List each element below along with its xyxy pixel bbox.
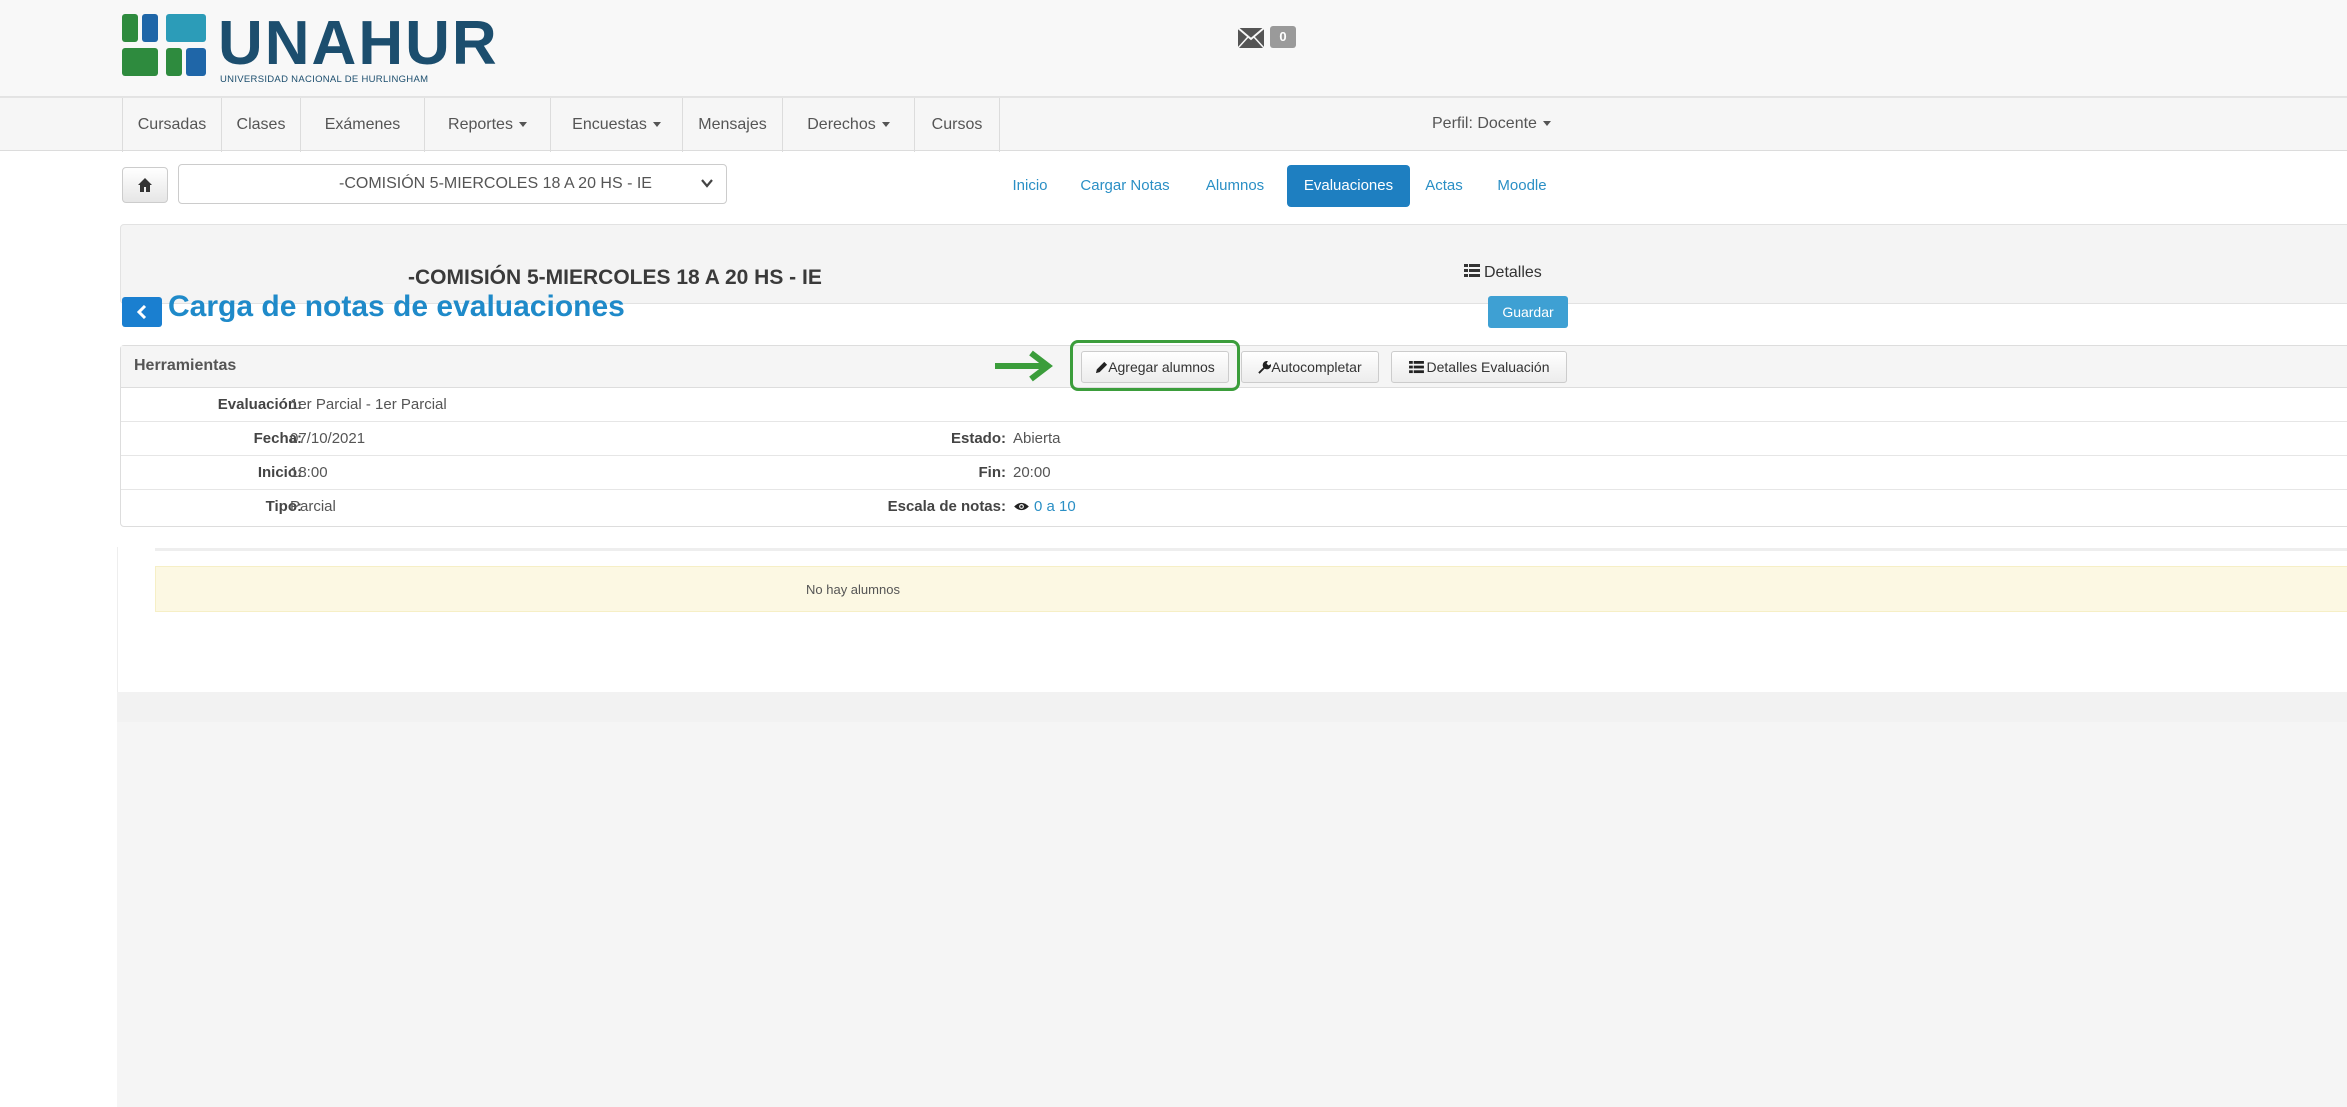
list-icon — [1408, 361, 1424, 374]
footer-band — [117, 692, 2347, 722]
arrow-right-icon — [995, 350, 1053, 382]
details-label: Detalles — [1484, 264, 1542, 281]
estado-label: Estado: — [950, 430, 1006, 447]
profile-label: Perfil: Docente — [1432, 115, 1537, 132]
empty-students-message: No hay alumnos — [806, 582, 900, 597]
pencil-icon — [1096, 361, 1108, 374]
nav-encuestas[interactable]: Encuestas — [551, 98, 683, 152]
nav-cursos[interactable]: Cursos — [915, 98, 1000, 152]
evaluacion-value: 1er Parcial - 1er Parcial — [290, 396, 447, 413]
nav-derechos[interactable]: Derechos — [783, 98, 915, 152]
nav-label: Clases — [236, 116, 286, 133]
nav-label: Derechos — [807, 116, 876, 133]
caret-down-icon — [518, 122, 527, 128]
commission-select[interactable]: -COMISIÓN 5-MIERCOLES 18 A 20 HS - IE — [178, 164, 727, 204]
unahur-logo[interactable] — [122, 14, 208, 78]
back-button[interactable] — [122, 297, 162, 327]
page-title: Carga de notas de evaluaciones — [168, 290, 625, 323]
tab-alumnos[interactable]: Alumnos — [1190, 165, 1280, 207]
nav-label: Mensajes — [698, 116, 767, 133]
tab-cargar-notas[interactable]: Cargar Notas — [1068, 165, 1182, 207]
inicio-value: 18:00 — [290, 464, 328, 481]
evaluation-details-button[interactable]: Detalles Evaluación — [1391, 351, 1567, 383]
autocomplete-button[interactable]: Autocompletar — [1241, 351, 1379, 383]
nav-label: Cursadas — [137, 116, 207, 133]
evaluation-details-label: Detalles Evaluación — [1426, 359, 1550, 375]
commission-title: -COMISIÓN 5-MIERCOLES 18 A 20 HS - IE — [408, 266, 822, 289]
fecha-row: Fecha: 07/10/2021 Estado: Abierta — [121, 421, 2347, 456]
wrench-icon — [1258, 360, 1272, 374]
tab-evaluaciones[interactable]: Evaluaciones — [1287, 165, 1410, 207]
inicio-row: Inicio: 18:00 Fin: 20:00 — [121, 455, 2347, 490]
commission-select-value: -COMISIÓN 5-MIERCOLES 18 A 20 HS - IE — [339, 175, 652, 192]
nav-label: Cursos — [931, 116, 983, 133]
main-navbar: Cursadas Clases Exámenes Reportes Encues… — [0, 97, 2347, 152]
escala-value-link[interactable]: 0 a 10 — [1013, 498, 1076, 515]
fecha-label: Fecha: — [253, 430, 302, 447]
home-button[interactable] — [122, 167, 168, 203]
eye-icon — [1014, 502, 1029, 511]
nav-reportes[interactable]: Reportes — [425, 98, 551, 152]
nav-cursadas[interactable]: Cursadas — [122, 98, 222, 152]
add-students-label: Agregar alumnos — [1108, 359, 1215, 375]
nav-clases[interactable]: Clases — [222, 98, 301, 152]
tipo-value: Parcial — [290, 498, 336, 515]
estado-value: Abierta — [1013, 430, 1061, 447]
autocomplete-label: Autocompletar — [1271, 359, 1362, 375]
tipo-label: Tipo: — [265, 498, 302, 515]
fecha-value: 07/10/2021 — [290, 430, 366, 447]
tipo-row: Tipo: Parcial Escala de notas: 0 a 10 — [121, 489, 2347, 524]
evaluacion-label: Evaluación: — [217, 396, 302, 413]
tab-inicio[interactable]: Inicio — [1003, 165, 1057, 207]
envelope-icon[interactable] — [1238, 28, 1264, 48]
fin-value: 20:00 — [1013, 464, 1051, 481]
nav-label: Reportes — [448, 116, 513, 133]
caret-down-icon — [881, 122, 890, 128]
nav-label: Exámenes — [324, 116, 401, 133]
evaluation-row: Evaluación: 1er Parcial - 1er Parcial — [121, 388, 2347, 422]
escala-value: 0 a 10 — [1034, 498, 1076, 515]
divider — [155, 548, 2347, 551]
logo-text: UNAHUR — [218, 9, 499, 78]
escala-label: Escala de notas: — [887, 498, 1006, 515]
empty-students-alert — [155, 566, 2347, 612]
home-icon — [138, 178, 152, 192]
nav-label: Encuestas — [572, 116, 647, 133]
profile-dropdown[interactable]: Perfil: Docente — [1432, 97, 1551, 151]
mail-count-badge[interactable]: 0 — [1270, 26, 1296, 48]
inicio-label: Inicio: — [257, 464, 302, 481]
list-icon — [1464, 264, 1480, 277]
caret-down-icon — [1542, 121, 1551, 127]
chevron-left-icon — [136, 305, 147, 319]
add-students-button[interactable]: Agregar alumnos — [1081, 351, 1229, 383]
save-button[interactable]: Guardar — [1488, 296, 1568, 328]
nav-mensajes[interactable]: Mensajes — [683, 98, 783, 152]
tools-title: Herramientas — [134, 357, 237, 374]
tab-actas[interactable]: Actas — [1414, 165, 1474, 207]
details-link[interactable]: Detalles — [1464, 264, 1542, 282]
caret-down-icon — [652, 122, 661, 128]
fin-label: Fin: — [978, 464, 1007, 481]
logo-subtitle: UNIVERSIDAD NACIONAL DE HURLINGHAM — [220, 74, 429, 85]
chevron-down-icon — [701, 179, 713, 188]
nav-examenes[interactable]: Exámenes — [301, 98, 425, 152]
tab-moodle[interactable]: Moodle — [1482, 165, 1562, 207]
footer-area — [117, 722, 2347, 1107]
